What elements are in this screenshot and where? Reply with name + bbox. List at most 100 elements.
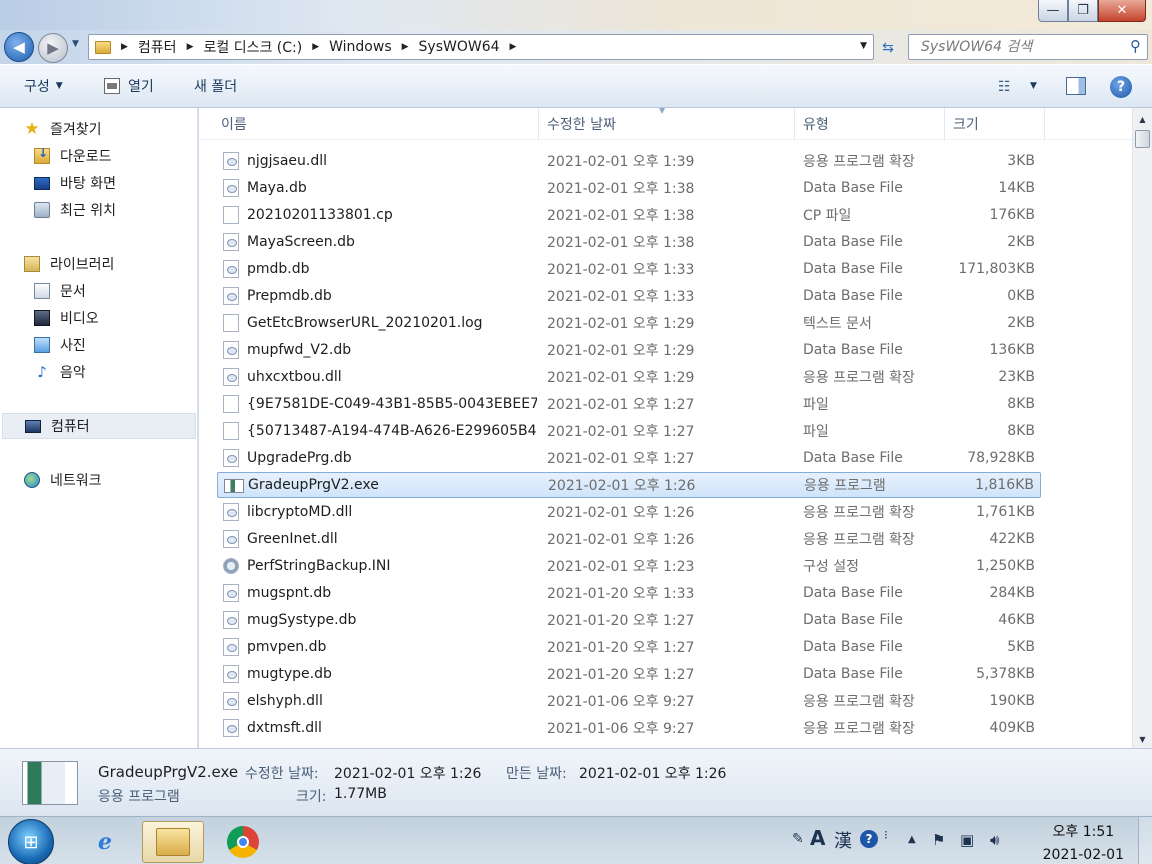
- nav-label: 음악: [60, 365, 86, 381]
- scroll-thumb[interactable]: [1135, 130, 1150, 148]
- maximize-button[interactable]: ❐: [1068, 0, 1098, 22]
- volume-icon[interactable]: 🔊︎: [990, 831, 999, 849]
- nav-computer[interactable]: 컴퓨터: [2, 413, 196, 439]
- breadcrumb-chevron-icon[interactable]: ▶: [312, 42, 319, 52]
- file-row[interactable]: Prepmdb.db 2021-02-01 오후 1:33 Data Base Fi…: [217, 283, 1041, 309]
- clock[interactable]: 오후 1:51 2021-02-01: [1043, 821, 1124, 863]
- file-size: 46KB: [998, 612, 1035, 628]
- breadcrumb-local-disk[interactable]: 로컬 디스크 (C:): [203, 37, 302, 57]
- organize-button[interactable]: 구성 ▼: [24, 65, 63, 107]
- nav-libraries[interactable]: 라이브러리: [0, 251, 196, 277]
- file-row[interactable]: {50713487-A194-474B-A626-E299605B4... 202…: [217, 418, 1041, 444]
- file-name: elshyph.dll: [247, 693, 323, 709]
- file-icon: [223, 206, 239, 224]
- file-row[interactable]: mupfwd_V2.db 2021-02-01 오후 1:29 Data Base …: [217, 337, 1041, 363]
- start-button[interactable]: ⊞: [8, 819, 54, 864]
- nav-music[interactable]: ♪ 음악: [0, 359, 196, 385]
- file-row[interactable]: elshyph.dll 2021-01-06 오후 9:27 응용 프로그램 확장 1…: [217, 688, 1041, 714]
- file-row[interactable]: 20210201133801.cp 2021-02-01 오후 1:38 CP 파일…: [217, 202, 1041, 228]
- close-button[interactable]: ✕: [1098, 0, 1146, 22]
- column-type[interactable]: 유형: [795, 108, 945, 140]
- column-name[interactable]: 이름: [213, 108, 539, 140]
- file-row[interactable]: GradeupPrgV2.exe 2021-02-01 오후 1:26 응용 프로그…: [217, 472, 1041, 498]
- help-icon[interactable]: ?: [1110, 76, 1132, 98]
- search-icon[interactable]: ⚲: [1130, 37, 1141, 55]
- breadcrumb-syswow64[interactable]: SysWOW64: [419, 39, 500, 55]
- search-box[interactable]: ⚲: [908, 34, 1148, 60]
- file-row[interactable]: pmdb.db 2021-02-01 오후 1:33 Data Base File 1…: [217, 256, 1041, 282]
- file-size: 176KB: [989, 207, 1035, 223]
- nav-downloads[interactable]: 다운로드: [0, 143, 196, 169]
- breadcrumb-chevron-icon[interactable]: ▶: [187, 42, 194, 52]
- file-row[interactable]: libcryptoMD.dll 2021-02-01 오후 1:26 응용 프로그램…: [217, 499, 1041, 525]
- window-controls: — ❐ ✕: [1038, 0, 1146, 22]
- forward-button[interactable]: ▶: [38, 33, 68, 63]
- file-row[interactable]: Maya.db 2021-02-01 오후 1:38 Data Base File 1…: [217, 175, 1041, 201]
- preview-pane-icon[interactable]: [1066, 77, 1086, 95]
- taskbar-windows-explorer[interactable]: [142, 821, 204, 863]
- file-size: 0KB: [1007, 288, 1035, 304]
- nav-documents[interactable]: 문서: [0, 278, 196, 304]
- view-chevron-down-icon[interactable]: ▼: [1030, 81, 1037, 91]
- file-row[interactable]: mugspnt.db 2021-01-20 오후 1:33 Data Base Fi…: [217, 580, 1041, 606]
- file-row[interactable]: dxtmsft.dll 2021-01-06 오후 9:27 응용 프로그램 확장 4…: [217, 715, 1041, 741]
- refresh-icon[interactable]: ⇆: [876, 36, 900, 60]
- breadcrumb-chevron-icon[interactable]: ▶: [402, 42, 409, 52]
- open-button[interactable]: 열기: [104, 65, 154, 107]
- system-tray: ✎ A 漢 ? ⁝ ▲ ⚑ ▣ 🔊︎ 오후 1:51 2021-02-01: [782, 817, 1152, 864]
- ime-hanja-indicator[interactable]: 漢: [834, 827, 852, 853]
- ime-help-icon[interactable]: ?: [860, 830, 878, 848]
- new-folder-button[interactable]: 새 폴더: [194, 65, 237, 107]
- file-row[interactable]: mugSystype.db 2021-01-20 오후 1:27 Data Base…: [217, 607, 1041, 633]
- column-date-modified[interactable]: 수정한 날짜: [539, 108, 795, 140]
- show-desktop-button[interactable]: [1138, 817, 1152, 864]
- show-hidden-icons-icon[interactable]: ▲: [908, 834, 916, 845]
- file-row[interactable]: uhxcxtbou.dll 2021-02-01 오후 1:29 응용 프로그램 확…: [217, 364, 1041, 390]
- file-row[interactable]: GreenInet.dll 2021-02-01 오후 1:26 응용 프로그램 확…: [217, 526, 1041, 552]
- nav-favorites[interactable]: ★ 즐겨찾기: [0, 116, 196, 142]
- breadcrumb-computer[interactable]: 컴퓨터: [138, 37, 177, 57]
- search-input[interactable]: [921, 39, 1121, 55]
- vertical-scrollbar[interactable]: ▲ ▼: [1132, 108, 1152, 748]
- network-status-icon[interactable]: ▣: [960, 831, 974, 849]
- taskbar-chrome[interactable]: [212, 821, 274, 863]
- back-button[interactable]: ◀: [4, 32, 34, 62]
- address-bar[interactable]: ▶ 컴퓨터 ▶ 로컬 디스크 (C:) ▶ Windows ▶ SysWOW64…: [88, 34, 874, 60]
- minimize-button[interactable]: —: [1038, 0, 1068, 22]
- ime-mode-indicator[interactable]: A: [810, 826, 825, 850]
- action-center-flag-icon[interactable]: ⚑: [932, 831, 945, 849]
- file-row[interactable]: {9E7581DE-C049-43B1-85B5-0043EBEE7... 202…: [217, 391, 1041, 417]
- file-row[interactable]: pmvpen.db 2021-01-20 오후 1:27 Data Base Fil…: [217, 634, 1041, 660]
- file-row[interactable]: PerfStringBackup.INI 2021-02-01 오후 1:23 구성…: [217, 553, 1041, 579]
- address-dropdown-icon[interactable]: ▼: [860, 41, 867, 51]
- file-size: 190KB: [989, 693, 1035, 709]
- column-size[interactable]: 크기: [945, 108, 1045, 140]
- nav-pictures[interactable]: 사진: [0, 332, 196, 358]
- taskbar-internet-explorer[interactable]: ℯ: [74, 821, 136, 863]
- ime-language-icon[interactable]: ✎: [792, 831, 804, 847]
- file-row[interactable]: GetEtcBrowserURL_20210201.log 2021-02-01 …: [217, 310, 1041, 336]
- recent-pages-chevron-icon[interactable]: ▼: [72, 39, 79, 49]
- file-row[interactable]: mugtype.db 2021-01-20 오후 1:27 Data Base Fi…: [217, 661, 1041, 687]
- file-row[interactable]: MayaScreen.db 2021-02-01 오후 1:38 Data Base…: [217, 229, 1041, 255]
- breadcrumb-chevron-icon[interactable]: ▶: [510, 42, 517, 52]
- file-row[interactable]: UpgradePrg.db 2021-02-01 오후 1:27 Data Base…: [217, 445, 1041, 471]
- nav-recent[interactable]: 최근 위치: [0, 197, 196, 223]
- file-name: {9E7581DE-C049-43B1-85B5-0043EBEE7...: [247, 396, 537, 412]
- view-options-icon[interactable]: ☷: [998, 79, 1011, 95]
- file-name: GreenInet.dll: [247, 531, 338, 547]
- ime-options-icon[interactable]: ⁝: [884, 828, 888, 842]
- nav-videos[interactable]: 비디오: [0, 305, 196, 331]
- nav-desktop[interactable]: 바탕 화면: [0, 170, 196, 196]
- file-type: Data Base File: [803, 639, 903, 655]
- scroll-up-icon[interactable]: ▲: [1133, 110, 1152, 128]
- nav-network[interactable]: 네트워크: [0, 467, 196, 493]
- chevron-down-icon: ▼: [55, 81, 63, 91]
- scroll-down-icon[interactable]: ▼: [1133, 730, 1152, 748]
- file-date-modified: 2021-01-20 오후 1:33: [547, 586, 695, 602]
- file-icon: [223, 530, 239, 548]
- breadcrumb-chevron-icon[interactable]: ▶: [121, 42, 128, 52]
- file-size: 14KB: [998, 180, 1035, 196]
- file-row[interactable]: njgjsaeu.dll 2021-02-01 오후 1:39 응용 프로그램 확장…: [217, 148, 1041, 174]
- breadcrumb-windows[interactable]: Windows: [329, 39, 392, 55]
